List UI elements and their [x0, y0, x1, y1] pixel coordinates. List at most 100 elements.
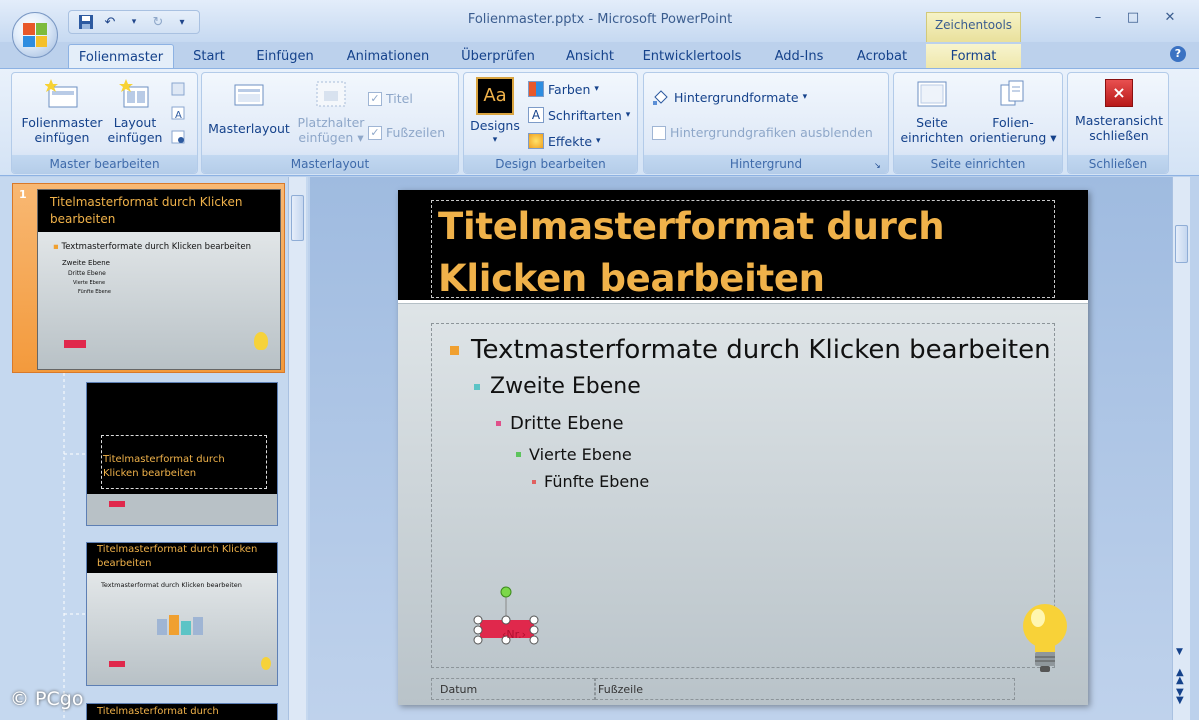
help-icon[interactable]: ? [1170, 46, 1186, 62]
body-level5: Fünfte Ebene [532, 472, 649, 491]
save-icon[interactable] [77, 13, 95, 31]
title-placeholder[interactable]: Titelmasterformat durch Klicken bearbeit… [431, 200, 1055, 300]
thumb1-level3: Dritte Ebene [68, 270, 106, 277]
fusszeilen-checkbox[interactable]: ✓ Fußzeilen [368, 125, 445, 140]
thumb1-level5: Fünfte Ebene [78, 289, 111, 295]
ribbon: Folienmaster einfügen Layout einfügen A … [0, 68, 1199, 176]
tab-ueberpruefen[interactable]: Überprüfen [454, 44, 542, 70]
page-setup-icon [915, 79, 949, 109]
designs-button[interactable]: Aa Designs ▾ [468, 77, 522, 148]
group-seite-einrichten: Seite einrichten Folien- orientierung ▾ … [893, 72, 1063, 174]
hintergrundgrafiken-ausblenden-checkbox[interactable]: Hintergrundgrafiken ausblenden [652, 125, 873, 140]
tab-add-ins[interactable]: Add-Ins [766, 44, 832, 70]
bullet-level5-icon [532, 479, 536, 484]
selected-shape-handles[interactable] [468, 582, 548, 652]
hintergrundformate-label: Hintergrundformate [674, 89, 799, 105]
thumb1-level2: Zweite Ebene [62, 259, 110, 267]
placeholder-icon [314, 79, 348, 109]
masteransicht-schliessen-button[interactable]: × Masteransicht schließen [1070, 79, 1168, 143]
tab-folienmaster[interactable]: Folienmaster [68, 44, 174, 70]
tab-animationen[interactable]: Animationen [340, 44, 436, 70]
thumbnail-master-selected[interactable]: 1 Titelmasterformat durch Klicken bearbe… [12, 183, 285, 373]
thumb3-lightbulb-icon [261, 657, 271, 670]
thumbnail-number: 1 [19, 188, 27, 201]
titel-label: Titel [386, 91, 413, 106]
scroll-down-icon[interactable]: ▼ [1176, 647, 1183, 657]
delete-icon[interactable] [170, 81, 188, 97]
main-scroll-thumb[interactable] [1175, 225, 1188, 263]
thumb2-shape [109, 501, 125, 507]
rename-icon[interactable]: A [170, 105, 188, 121]
close-master-icon: × [1105, 79, 1133, 107]
hintergrundformate-button[interactable]: Hintergrundformate ▾ [652, 89, 807, 105]
thumbnail-master-slide: Titelmasterformat durch Klicken bearbeit… [37, 189, 281, 370]
undo-icon[interactable]: ↶ [101, 13, 119, 31]
platzhalter-line2: einfügen [298, 130, 354, 145]
master-slide: Titelmasterformat durch Klicken bearbeit… [398, 190, 1088, 705]
redo-icon[interactable]: ↻ [149, 13, 167, 31]
ausblenden-label: Hintergrundgrafiken ausblenden [670, 125, 873, 140]
dialog-launcher-icon[interactable]: ↘ [874, 161, 884, 171]
effekte-label: Effekte [548, 133, 593, 149]
seite-line1: Seite [916, 115, 948, 130]
body-level4: Vierte Ebene [516, 445, 632, 464]
office-logo-icon [23, 23, 47, 47]
layout-einfuegen-button[interactable]: Layout einfügen [106, 79, 164, 145]
thumbnail-layout-partial[interactable]: Titelmasterformat durch [86, 703, 278, 720]
group-schliessen: × Masteransicht schließen Schließen [1067, 72, 1169, 174]
group-masterlayout: Masterlayout Platzhalter einfügen ▾ ✓ Ti… [201, 72, 459, 174]
farben-button[interactable]: Farben ▾ [528, 81, 599, 97]
thumb3-content-icons [157, 613, 207, 643]
thumb2-title: Titelmasterformat durch Klicken bearbeit… [103, 454, 225, 479]
previous-slide-icon[interactable]: ▲ ▲ [1176, 668, 1184, 686]
quick-access-toolbar: ↶ ▾ ↻ ▾ [68, 10, 200, 34]
folienmaster-einfuegen-line1: Folienmaster [21, 115, 103, 130]
tab-format[interactable]: Format [926, 44, 1021, 70]
tab-einfuegen[interactable]: Einfügen [250, 44, 320, 70]
folienmaster-einfuegen-button[interactable]: Folienmaster einfügen [20, 79, 104, 145]
schriftarten-button[interactable]: A Schriftarten ▾ [528, 107, 630, 123]
platzhalter-line1: Platzhalter [297, 115, 365, 130]
office-button[interactable] [12, 12, 58, 58]
thumbnail-scrollbar[interactable] [288, 177, 306, 720]
customize-qat-icon[interactable]: ▾ [173, 13, 191, 31]
next-slide-icon[interactable]: ▼ ▼ [1176, 688, 1184, 706]
date-placeholder-label: Datum [440, 683, 478, 696]
seite-einrichten-button[interactable]: Seite einrichten [898, 79, 966, 145]
undo-dropdown-icon[interactable]: ▾ [125, 13, 143, 31]
body-level3: Dritte Ebene [496, 413, 624, 434]
window-title: Folienmaster.pptx - Microsoft PowerPoint [467, 12, 733, 27]
folienmaster-einfuegen-line2: einfügen [34, 130, 90, 145]
colors-icon [528, 81, 544, 97]
date-placeholder[interactable]: Datum [431, 678, 595, 700]
platzhalter-einfuegen-button[interactable]: Platzhalter einfügen ▾ [292, 79, 370, 145]
tab-entwicklertools[interactable]: Entwicklertools [637, 44, 747, 70]
tab-acrobat[interactable]: Acrobat [850, 44, 914, 70]
effekte-button[interactable]: Effekte ▾ [528, 133, 601, 149]
footer-placeholder[interactable]: Fußzeile [595, 678, 1015, 700]
folienorientierung-button[interactable]: Folien- orientierung ▾ [968, 79, 1058, 145]
maximize-button[interactable]: □ [1120, 10, 1146, 30]
masteransicht-line2: schließen [1089, 128, 1149, 143]
svg-text:A: A [175, 110, 182, 121]
titel-checkbox[interactable]: ✓ Titel [368, 91, 413, 106]
close-button[interactable]: ✕ [1157, 10, 1183, 30]
tab-ansicht[interactable]: Ansicht [560, 44, 620, 70]
thumb3-title: Titelmasterformat durch Klicken bearbeit… [97, 544, 258, 569]
farben-label: Farben [548, 81, 591, 97]
masterlayout-button[interactable]: Masterlayout [208, 79, 290, 136]
minimize-button[interactable]: – [1085, 10, 1111, 30]
group-label-design-bearbeiten: Design bearbeiten [464, 155, 637, 173]
preserve-icon[interactable] [170, 129, 188, 145]
fusszeilen-check-icon: ✓ [368, 125, 382, 140]
thumbnail-scroll-thumb[interactable] [291, 195, 304, 241]
main-scrollbar[interactable]: ▼ ▲ ▲ ▼ ▼ [1172, 177, 1190, 720]
group-label-master-bearbeiten: Master bearbeiten [12, 155, 197, 173]
bullet-level3-icon [496, 421, 501, 426]
effects-icon [528, 133, 544, 149]
thumbnail-layout-content[interactable]: Titelmasterformat durch Klicken bearbeit… [86, 542, 278, 686]
thumbnail-layout-title[interactable]: Titelmasterformat durch Klicken bearbeit… [86, 382, 278, 526]
group-design-bearbeiten: Aa Designs ▾ Farben ▾ A Schriftarten ▾ Eff… [463, 72, 638, 174]
body-level1: Textmasterformate durch Klicken bearbeit… [450, 335, 1051, 365]
tab-start[interactable]: Start [186, 44, 232, 70]
